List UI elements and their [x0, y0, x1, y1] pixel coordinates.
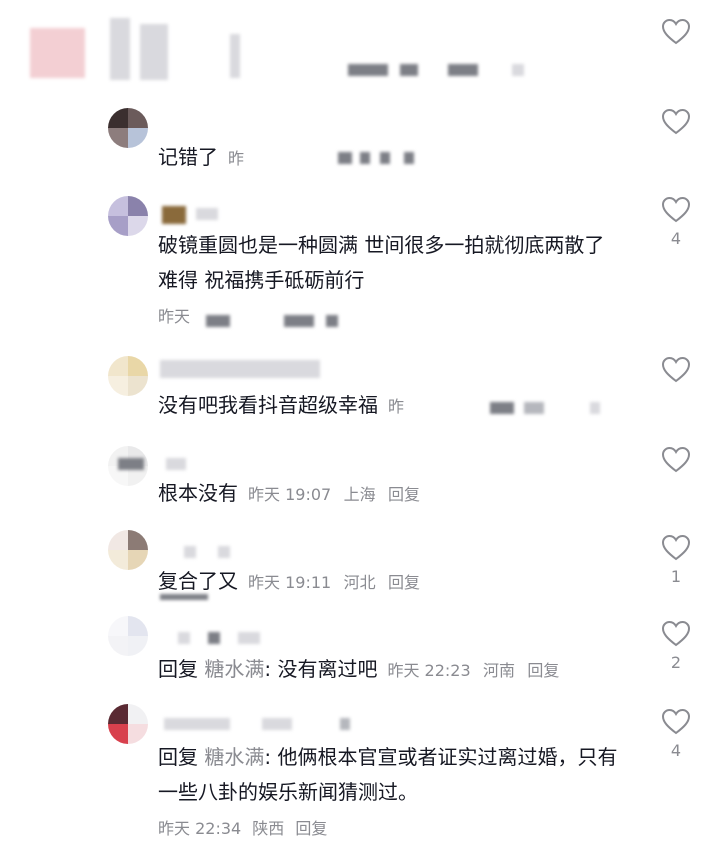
blurred-username [184, 546, 196, 558]
blurred-username [208, 632, 220, 644]
like-count: 4 [670, 741, 682, 760]
comment-time: 昨天 22:34 [158, 819, 242, 838]
heart-icon [661, 620, 691, 647]
blurred-meta [326, 315, 338, 327]
comment-location: 河北 [343, 573, 376, 592]
blurred-meta [404, 152, 414, 164]
blurred-header-block [348, 64, 388, 76]
blurred-meta [206, 315, 230, 327]
heart-icon [661, 446, 691, 473]
comment-location: 河南 [483, 661, 516, 680]
blurred-meta [490, 402, 514, 414]
comment-text: 根本没有 昨天 19:07 上海 回复 [158, 476, 420, 512]
blurred-username [262, 718, 292, 730]
like-count: 4 [670, 229, 682, 248]
comment-text: 没有吧我看抖音超级幸福昨 [158, 388, 404, 424]
comment-location: 陕西 [252, 819, 285, 838]
heart-icon [661, 108, 691, 135]
comment-time: 昨天 22:23 [387, 661, 471, 680]
avatar[interactable] [108, 616, 148, 656]
comment-time: 昨 [228, 149, 245, 168]
reply-button[interactable]: 回复 [388, 485, 420, 504]
blurred-username [162, 206, 186, 224]
comment-text: 回复 糖水满: 没有离过吧 昨天 22:23 河南 回复 [158, 652, 559, 688]
comment-content: 记错了 [158, 145, 218, 169]
avatar[interactable] [108, 530, 148, 570]
comment-text: 破镜重圆也是一种圆满 世间很多一拍就彻底两散了 难得 祝福携手砥砺前行 [158, 233, 605, 292]
like-button[interactable] [656, 356, 696, 384]
like-button[interactable]: 1 [656, 534, 696, 586]
blurred-header-block [512, 64, 524, 76]
heart-icon [661, 356, 691, 383]
blurred-header-block [400, 64, 418, 76]
comment-meta: 昨天 [158, 306, 190, 328]
blurred-meta [524, 402, 544, 414]
comment-text: 记错了昨 [158, 140, 244, 176]
blurred-username [160, 360, 320, 378]
like-button[interactable]: 4 [656, 708, 696, 760]
mention-link[interactable]: 糖水满 [204, 745, 264, 769]
blurred-meta [160, 594, 208, 600]
comment-content: : 没有离过吧 [264, 657, 378, 681]
reply-button[interactable]: 回复 [295, 819, 327, 838]
reply-button[interactable]: 回复 [527, 661, 559, 680]
reply-button[interactable]: 回复 [388, 573, 420, 592]
like-button[interactable]: 4 [656, 196, 696, 248]
comment-content: 没有吧我看抖音超级幸福 [158, 393, 378, 417]
comment-text: 回复 糖水满: 他俩根本官宣或者证实过离过婚，只有一些八卦的娱乐新闻猜测过。 [158, 740, 628, 810]
comment-location: 上海 [343, 485, 376, 504]
comment-time: 昨天 19:07 [248, 485, 332, 504]
blurred-header-block [448, 64, 478, 76]
mention-link[interactable]: 糖水满 [204, 657, 264, 681]
blurred-meta [380, 152, 390, 164]
reply-prefix: 回复 [158, 745, 198, 769]
heart-icon [661, 196, 691, 223]
blurred-username [340, 718, 350, 730]
blurred-username [178, 632, 190, 644]
avatar[interactable] [108, 356, 148, 396]
like-count: 1 [670, 567, 682, 586]
blurred-username [196, 208, 218, 220]
comment-content: 复合了又 [158, 569, 238, 593]
comment-time: 昨天 [158, 307, 191, 326]
comment-time: 昨天 19:11 [248, 573, 332, 592]
comment-time: 昨 [388, 397, 405, 416]
avatar[interactable] [108, 196, 148, 236]
blurred-meta [590, 402, 600, 414]
heart-icon [661, 708, 691, 735]
like-button[interactable] [656, 18, 696, 46]
blurred-meta [338, 152, 352, 164]
blurred-meta [360, 152, 370, 164]
like-button[interactable]: 2 [656, 620, 696, 672]
avatar[interactable] [108, 108, 148, 148]
blurred-username [118, 458, 144, 470]
blurred-username [166, 458, 186, 470]
blurred-username [218, 546, 230, 558]
reply-prefix: 回复 [158, 657, 198, 681]
comment-meta: 昨天 22:34 陕西 回复 [158, 818, 327, 840]
blurred-header-block [110, 18, 130, 80]
like-button[interactable] [656, 108, 696, 136]
blurred-username [164, 718, 230, 730]
heart-icon [661, 534, 691, 561]
blurred-header-block [30, 28, 85, 78]
blurred-header-block [140, 24, 168, 80]
heart-icon [661, 18, 691, 45]
blurred-header-block [230, 34, 240, 78]
blurred-meta [284, 315, 314, 327]
like-button[interactable] [656, 446, 696, 474]
avatar[interactable] [108, 704, 148, 744]
like-count: 2 [670, 653, 682, 672]
comment-content: 根本没有 [158, 481, 238, 505]
blurred-username [238, 632, 260, 644]
